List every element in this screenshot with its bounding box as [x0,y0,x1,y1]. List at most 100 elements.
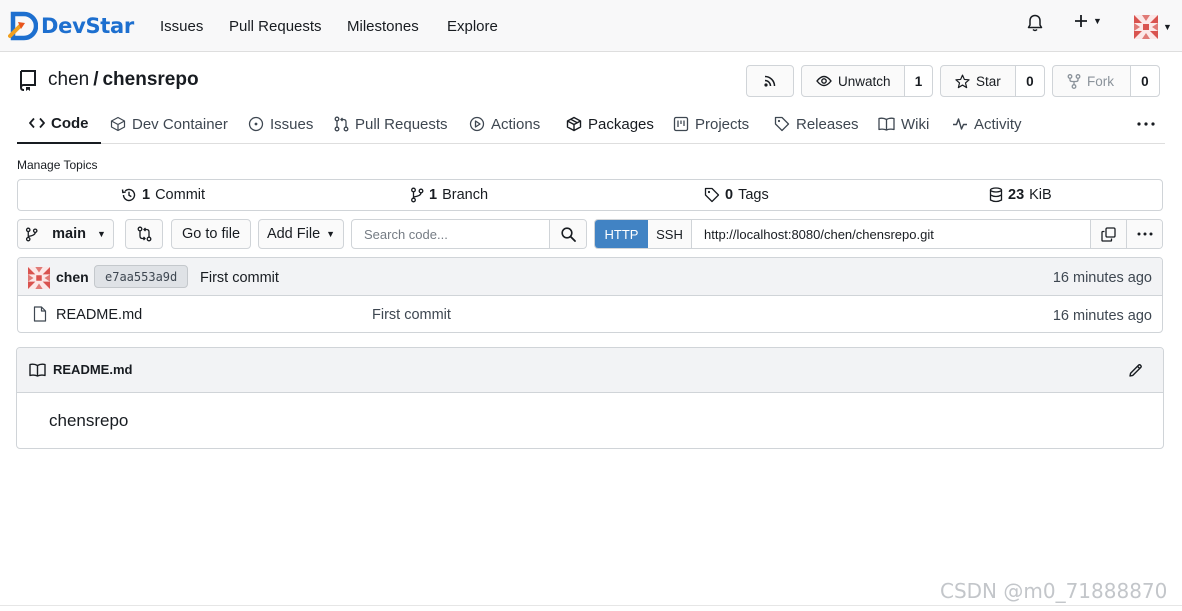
readme-panel: README.md chensrepo [16,347,1164,449]
code-search [351,219,587,249]
clone-more-button[interactable] [1126,220,1162,248]
commit-message[interactable]: First commit [200,270,279,286]
star-label: Star [976,73,1001,89]
search-button[interactable] [549,220,586,248]
more-tabs-button[interactable] [1137,104,1155,144]
nav-issues[interactable]: Issues [160,18,203,35]
fork-button[interactable]: Fork 0 [1052,65,1160,97]
latest-commit-row: chen e7aa553a9d First commit 16 minutes … [18,258,1162,296]
add-file-button[interactable]: Add File ▼ [258,219,344,249]
branch-selector[interactable]: main ▼ [17,219,114,249]
tab-wiki[interactable]: Wiki [878,104,929,144]
branch-icon [25,227,38,242]
file-time: 16 minutes ago [1052,308,1152,324]
branch-name: main [52,226,86,242]
plus-icon [1074,14,1088,28]
tab-label: Wiki [901,115,930,133]
rss-feed-button[interactable] [746,65,794,97]
tags-label: Tags [738,187,769,203]
notifications-button[interactable] [1027,14,1043,32]
chevron-down-icon: ▼ [1093,16,1102,26]
compare-icon [137,226,152,242]
star-count[interactable]: 0 [1014,66,1044,96]
tab-dev-container[interactable]: Dev Container [110,104,228,144]
file-table: chen e7aa553a9d First commit 16 minutes … [17,257,1163,333]
avatar[interactable] [28,267,50,289]
avatar [1134,15,1158,39]
commit-sha[interactable]: e7aa553a9d [94,265,189,288]
tab-releases[interactable]: Releases [774,104,859,144]
tags-stat[interactable]: 0 Tags [704,187,769,203]
repo-tabs: Code Dev Container Issues Pull Requests … [17,104,1165,144]
commit-author[interactable]: chen [56,269,89,285]
repo-name-link[interactable]: chensrepo [102,69,198,91]
issue-icon [248,116,264,132]
clone-ssh-button[interactable]: SSH [648,220,692,248]
repo-stats-bar: 1 Commit 1 Branch 0 Tags 23 KiB [17,179,1163,211]
search-icon [560,226,576,242]
user-menu[interactable]: ▼ [1134,15,1172,39]
commits-label: Commit [155,187,206,203]
tab-packages[interactable]: Packages [566,104,654,144]
tab-label: Projects [695,115,750,133]
nav-milestones[interactable]: Milestones [347,18,419,35]
repo-title: chen / chensrepo [18,69,199,91]
nav-explore[interactable]: Explore [447,18,498,35]
size-unit: KiB [1029,187,1052,203]
tab-projects[interactable]: Projects [673,104,749,144]
top-navbar: DevStar Issues Pull Requests Milestones … [0,0,1182,52]
pull-request-icon [334,116,349,132]
search-input[interactable] [352,220,549,248]
tab-label: Packages [588,115,654,133]
tab-label: Pull Requests [355,115,448,133]
fork-count[interactable]: 0 [1129,66,1159,96]
file-commit-link[interactable]: First commit [372,307,451,323]
container-icon [110,116,126,132]
play-icon [469,116,485,132]
tab-activity[interactable]: Activity [952,104,1022,144]
create-new-button[interactable]: ▼ [1074,14,1102,28]
branch-icon [410,187,424,203]
manage-topics-link[interactable]: Manage Topics [17,158,98,172]
star-button[interactable]: Star 0 [940,65,1045,97]
page-divider [0,605,1182,606]
file-name-link[interactable]: README.md [56,307,142,323]
book-icon [29,362,46,377]
tab-label: Dev Container [132,115,228,133]
eye-icon [816,75,832,87]
chevron-down-icon: ▼ [96,229,106,239]
ellipsis-icon [1137,232,1153,236]
repo-owner-link[interactable]: chen [48,69,89,91]
watch-button[interactable]: Unwatch 1 [801,65,933,97]
compare-button[interactable] [125,219,163,249]
branches-stat[interactable]: 1 Branch [410,187,488,203]
go-to-file-button[interactable]: Go to file [171,219,251,249]
rss-icon [763,74,777,88]
database-icon [989,187,1003,203]
nav-pull-requests[interactable]: Pull Requests [229,18,322,35]
copy-url-button[interactable] [1090,220,1126,248]
tab-pull-requests[interactable]: Pull Requests [334,104,448,144]
chevron-down-icon: ▼ [326,229,336,239]
tab-actions[interactable]: Actions [469,104,540,144]
readme-header: README.md [17,348,1163,393]
tab-issues[interactable]: Issues [248,104,313,144]
table-row: README.md First commit 16 minutes ago [18,296,1162,332]
clone-http-button[interactable]: HTTP [595,220,648,248]
history-icon [121,187,137,203]
book-icon [878,117,895,131]
clone-url-field[interactable]: http://localhost:8080/chen/chensrepo.git [692,220,1090,248]
repo-path-separator: / [93,69,99,90]
brand-name: DevStar [41,14,134,38]
readme-title: README.md [53,362,133,377]
tab-label: Activity [974,115,1022,133]
commits-stat[interactable]: 1 Commit [121,187,205,203]
fork-label: Fork [1087,73,1114,89]
edit-readme-button[interactable] [1128,363,1143,378]
watch-count[interactable]: 1 [904,66,932,96]
devstar-logo[interactable]: DevStar [8,11,134,41]
star-icon [955,74,970,89]
project-icon [673,116,689,132]
code-icon [29,117,45,129]
tab-code[interactable]: Code [17,104,101,144]
